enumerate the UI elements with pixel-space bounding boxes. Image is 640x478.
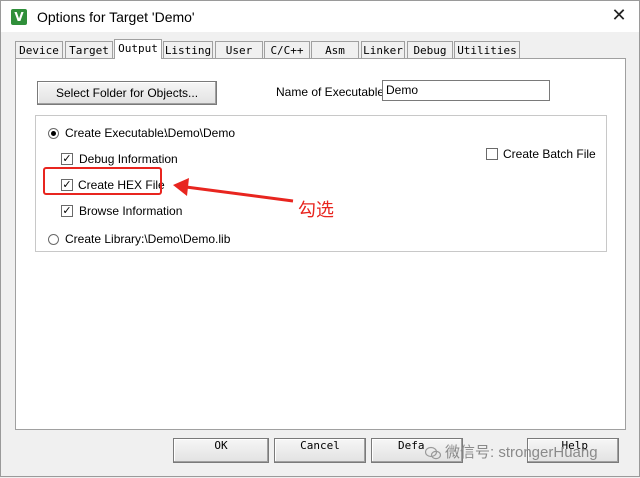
wechat-icon [425, 446, 441, 460]
annotation-arrow-icon [173, 178, 294, 203]
watermark: 微信号: strongerHuang [425, 441, 598, 462]
ok-button[interactable]: OK [173, 438, 269, 463]
annotation-text: 勾选 [298, 200, 334, 220]
options-dialog: V Options for Target 'Demo' ✕ Device Tar… [0, 0, 640, 477]
cancel-button[interactable]: Cancel [274, 438, 366, 463]
watermark-text: 微信号: strongerHuang [445, 444, 598, 461]
tab-output[interactable]: Output [114, 39, 162, 59]
